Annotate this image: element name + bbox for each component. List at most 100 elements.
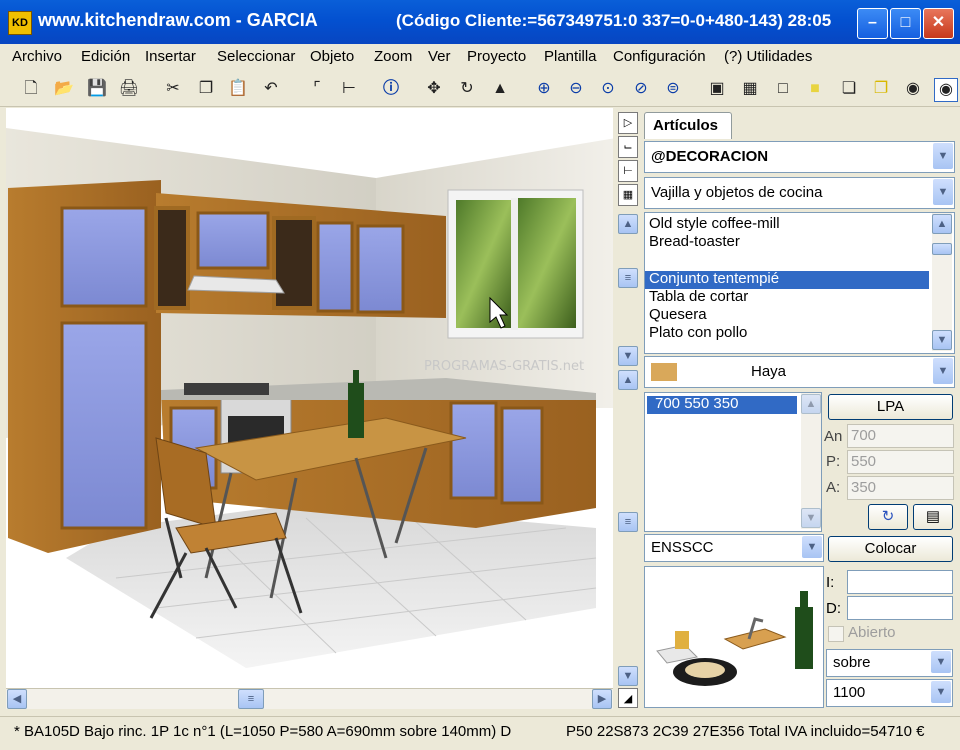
depth-field[interactable]: 550 [847, 450, 954, 474]
items-list[interactable]: Old style coffee-mill Bread-toaster Conj… [644, 212, 955, 354]
move-icon[interactable]: ✥ [423, 78, 445, 100]
articles-panel: Artículos @DECORACION ▼ Vajilla y objeto… [641, 108, 960, 710]
menu-archivo[interactable]: Archivo [12, 48, 62, 65]
position-select[interactable]: sobre ▼ [826, 649, 953, 677]
copy-icon[interactable]: ❐ [195, 78, 217, 100]
select-tool-icon[interactable]: ▷ [618, 112, 638, 134]
menu-ver[interactable]: Ver [428, 48, 451, 65]
cut-icon[interactable]: ✂ [162, 78, 184, 100]
list-item[interactable]: Bread-toaster [649, 233, 740, 250]
zoom-out-icon[interactable]: ⊖ [565, 78, 587, 100]
list-item-selected[interactable]: Conjunto tentempié [649, 270, 779, 287]
scroll-down-icon[interactable]: ▼ [618, 666, 638, 686]
zoom-window-icon[interactable]: ⊙ [597, 78, 619, 100]
scroll-thumb[interactable]: ≡ [238, 689, 264, 709]
menu-objeto[interactable]: Objeto [310, 48, 354, 65]
menu-utilidades[interactable]: (?) Utilidades [724, 48, 812, 65]
scroll-up-icon[interactable]: ▲ [618, 370, 638, 390]
chevron-down-icon[interactable]: ▼ [933, 179, 953, 205]
menu-plantilla[interactable]: Plantilla [544, 48, 597, 65]
height-field[interactable]: 350 [847, 476, 954, 500]
lpa-button[interactable]: LPA [828, 394, 953, 420]
horizontal-scrollbar[interactable]: ◀ ≡ ▶ [6, 688, 613, 709]
scroll-right-button[interactable]: ▶ [592, 689, 612, 709]
scroll-down-icon[interactable]: ▼ [801, 508, 821, 528]
scroll-up-icon[interactable]: ▲ [618, 214, 638, 234]
zoom-previous-icon[interactable]: ⊜ [662, 78, 684, 100]
chevron-down-icon[interactable]: ▼ [933, 358, 953, 384]
zoom-in-icon[interactable]: ⊕ [533, 78, 555, 100]
color-fill-icon[interactable]: ■ [804, 78, 826, 100]
menu-seleccionar[interactable]: Seleccionar [217, 48, 295, 65]
menu-zoom[interactable]: Zoom [374, 48, 412, 65]
scroll-up-icon[interactable]: ▲ [932, 214, 952, 234]
scroll-thumb[interactable] [932, 243, 952, 255]
i-field[interactable] [847, 570, 953, 594]
catalog-detail-icon[interactable]: ▤ [913, 504, 953, 530]
code-select[interactable]: ENSSCC ▼ [644, 534, 824, 562]
info-icon[interactable]: ⓘ [380, 78, 402, 100]
wireframe-icon[interactable]: □ [772, 78, 794, 100]
measure-icon[interactable]: ⊢ [338, 78, 360, 100]
app-icon[interactable]: KD [8, 11, 32, 35]
paste-icon[interactable]: 📋 [227, 78, 249, 100]
open-checkbox[interactable] [828, 626, 844, 642]
camera-photo-icon[interactable]: ◉ [902, 78, 924, 100]
resize-corner-icon[interactable]: ◢ [618, 688, 638, 708]
width-field[interactable]: 700 [847, 424, 954, 448]
rotate-icon[interactable]: ↻ [456, 78, 478, 100]
box-3d-icon[interactable]: ❏ [838, 78, 860, 100]
menu-insertar[interactable]: Insertar [145, 48, 196, 65]
place-dimension-icon[interactable]: ⌜ [306, 78, 328, 100]
new-document-icon[interactable]: 🗋 [20, 78, 42, 100]
finish-select[interactable]: Haya ▼ [644, 356, 955, 388]
scroll-down-icon[interactable]: ▼ [618, 346, 638, 366]
minimize-button[interactable]: – [857, 8, 888, 39]
scroll-left-button[interactable]: ◀ [7, 689, 27, 709]
catalog-select[interactable]: @DECORACION ▼ [644, 141, 955, 173]
save-icon[interactable]: 💾 [86, 78, 108, 100]
list-item[interactable]: Plato con pollo [649, 324, 747, 341]
list-item[interactable]: Quesera [649, 306, 707, 323]
refresh-icon[interactable]: ↻ [868, 504, 908, 530]
size-item[interactable]: 700 550 350 [655, 395, 738, 412]
status-left: * BA105D Bajo rinc. 1P 1c n°1 (L=1050 P=… [14, 723, 512, 740]
family-select[interactable]: Vajilla y objetos de cocina ▼ [644, 177, 955, 209]
maximize-button[interactable]: □ [890, 8, 921, 39]
3d-view[interactable]: PROGRAMAS-GRATIS.net [6, 108, 613, 688]
chevron-down-icon[interactable]: ▼ [802, 536, 822, 558]
chevron-down-icon[interactable]: ▼ [933, 143, 953, 169]
d-field[interactable] [847, 596, 953, 620]
menu-edicion[interactable]: Edición [81, 48, 130, 65]
solid-3d-icon[interactable]: ❐ [870, 78, 892, 100]
list-item[interactable]: Tabla de cortar [649, 288, 748, 305]
zoom-fit-icon[interactable]: ⊘ [630, 78, 652, 100]
open-folder-icon[interactable]: 📂 [53, 78, 75, 100]
door-tool-icon[interactable]: ▦ [618, 184, 638, 206]
corner-tool-icon[interactable]: ⊢ [618, 160, 638, 182]
undo-icon[interactable]: ↶ [260, 78, 282, 100]
scroll-thumb-icon[interactable]: ≡ [618, 268, 638, 288]
finish-value: Haya [751, 363, 787, 380]
list-item[interactable]: Old style coffee-mill [649, 215, 780, 232]
sizes-scrollbar[interactable]: ▲ ▼ [801, 393, 821, 529]
menu-configuracion[interactable]: Configuración [613, 48, 706, 65]
render-icon[interactable]: ▣ [706, 78, 728, 100]
tab-articulos[interactable]: Artículos [644, 112, 732, 139]
chevron-down-icon[interactable]: ▼ [931, 681, 951, 703]
print-icon[interactable]: 🖨 [118, 78, 140, 100]
sizes-list[interactable]: 700 550 350 ▲ ▼ [644, 392, 822, 532]
place-button[interactable]: Colocar [828, 536, 953, 562]
scene-icon[interactable]: ▦ [739, 78, 761, 100]
scroll-up-icon[interactable]: ▲ [801, 394, 821, 414]
list-scrollbar[interactable]: ▲ ▼ [932, 213, 952, 351]
menu-proyecto[interactable]: Proyecto [467, 48, 526, 65]
scroll-thumb-icon[interactable]: ≡ [618, 512, 638, 532]
scroll-down-icon[interactable]: ▼ [932, 330, 952, 350]
wall-tool-icon[interactable]: ⌙ [618, 136, 638, 158]
chevron-down-icon[interactable]: ▼ [931, 651, 951, 673]
elevation-select[interactable]: 1100 ▼ [826, 679, 953, 707]
close-button[interactable]: ✕ [923, 8, 954, 39]
mirror-icon[interactable]: ▲ [489, 78, 511, 100]
camera-icon[interactable]: ◉ [934, 78, 958, 102]
